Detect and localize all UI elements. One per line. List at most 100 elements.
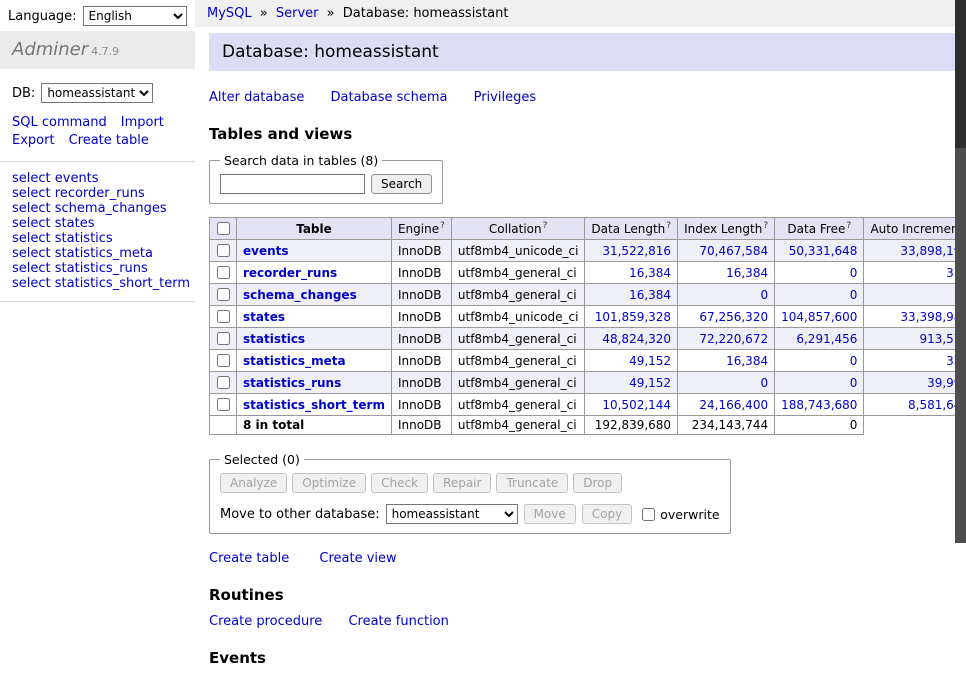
privileges-link[interactable]: Privileges <box>474 90 537 105</box>
check-button[interactable]: Check <box>371 473 428 493</box>
index-length-link[interactable]: 67,256,320 <box>699 310 768 324</box>
col-index-length: Index Length? <box>678 218 775 240</box>
page: Language: English Adminer4.7.9 DB: homea… <box>0 0 955 677</box>
drop-button[interactable]: Drop <box>573 473 622 493</box>
create-function-link[interactable]: Create function <box>348 614 448 629</box>
engine-cell: InnoDB <box>391 240 451 262</box>
breadcrumb-separator: » <box>327 6 335 21</box>
data-length-link[interactable]: 31,522,816 <box>602 244 671 258</box>
column-label: Engine <box>398 222 439 236</box>
optimize-button[interactable]: Optimize <box>292 473 366 493</box>
analyze-button[interactable]: Analyze <box>220 473 287 493</box>
app-header: Adminer4.7.9 <box>0 31 195 69</box>
data-length-link[interactable]: 49,152 <box>629 354 671 368</box>
main-content: MySQL » Server » Database: homeassistant… <box>195 0 966 677</box>
table-name-link[interactable]: statistics_meta <box>243 354 346 368</box>
table-name-link[interactable]: statistics_short_term <box>243 398 385 412</box>
table-name-link[interactable]: states <box>243 310 285 324</box>
row-checkbox[interactable] <box>217 398 230 411</box>
db-select[interactable]: homeassistant <box>41 83 153 103</box>
table-name-link[interactable]: events <box>243 244 289 258</box>
data-free-link[interactable]: 6,291,456 <box>796 332 857 346</box>
table-row: recorder_runs InnoDB utf8mb4_general_ci … <box>210 262 966 284</box>
sidebar-item-states[interactable]: select states <box>12 216 183 231</box>
data-length-link[interactable]: 101,859,328 <box>595 310 671 324</box>
scrollbar-thumb[interactable] <box>955 0 966 148</box>
overwrite-checkbox[interactable] <box>642 508 655 521</box>
page-title: Database: homeassistant <box>209 33 966 71</box>
import-link[interactable]: Import <box>121 115 164 130</box>
sidebar-item-statistics-short-term[interactable]: select statistics_short_term <box>12 276 183 291</box>
search-legend: Search data in tables (8) <box>220 153 382 168</box>
data-free-link[interactable]: 0 <box>850 288 858 302</box>
index-length-link[interactable]: 0 <box>760 288 768 302</box>
row-checkbox[interactable] <box>217 310 230 323</box>
data-length-link[interactable]: 16,384 <box>629 266 671 280</box>
index-length-link[interactable]: 70,467,584 <box>699 244 768 258</box>
create-procedure-link[interactable]: Create procedure <box>209 614 322 629</box>
truncate-button[interactable]: Truncate <box>496 473 568 493</box>
scrollbar[interactable] <box>955 0 966 543</box>
col-collation: Collation? <box>451 218 585 240</box>
sidebar-item-statistics-runs[interactable]: select statistics_runs <box>12 261 183 276</box>
collation-cell: utf8mb4_general_ci <box>451 372 585 394</box>
column-label: Index Length <box>684 222 762 236</box>
table-name-link[interactable]: recorder_runs <box>243 266 337 280</box>
export-link[interactable]: Export <box>12 133 55 148</box>
index-length-link[interactable]: 72,220,672 <box>699 332 768 346</box>
move-button[interactable]: Move <box>524 504 576 524</box>
row-checkbox[interactable] <box>217 376 230 389</box>
table-name-link[interactable]: statistics <box>243 332 305 346</box>
row-checkbox[interactable] <box>217 266 230 279</box>
app-version: 4.7.9 <box>91 45 119 58</box>
data-length-link[interactable]: 10,502,144 <box>602 398 671 412</box>
breadcrumb-mysql-link[interactable]: MySQL <box>207 6 252 21</box>
data-free-link[interactable]: 188,743,680 <box>781 398 857 412</box>
table-name-link[interactable]: schema_changes <box>243 288 357 302</box>
data-length-link[interactable]: 16,384 <box>629 288 671 302</box>
overwrite-label[interactable]: overwrite <box>638 505 719 524</box>
language-select[interactable]: English <box>83 6 187 26</box>
copy-button[interactable]: Copy <box>582 504 632 524</box>
breadcrumb-server-link[interactable]: Server <box>276 6 319 21</box>
search-button[interactable]: Search <box>371 174 432 194</box>
collation-cell: utf8mb4_general_ci <box>451 328 585 350</box>
index-length-link[interactable]: 24,166,400 <box>699 398 768 412</box>
sidebar-item-recorder-runs[interactable]: select recorder_runs <box>12 186 183 201</box>
sidebar-item-schema-changes[interactable]: select schema_changes <box>12 201 183 216</box>
sidebar-item-statistics-meta[interactable]: select statistics_meta <box>12 246 183 261</box>
create-table-link[interactable]: Create table <box>209 551 289 566</box>
sidebar-item-statistics[interactable]: select statistics <box>12 231 183 246</box>
index-length-link[interactable]: 16,384 <box>726 266 768 280</box>
data-free-link[interactable]: 50,331,648 <box>789 244 858 258</box>
select-all-checkbox[interactable] <box>217 222 230 235</box>
data-free-link[interactable]: 0 <box>850 376 858 390</box>
alter-database-link[interactable]: Alter database <box>209 90 304 105</box>
search-input[interactable] <box>220 174 365 194</box>
repair-button[interactable]: Repair <box>433 473 491 493</box>
row-checkbox[interactable] <box>217 244 230 257</box>
row-checkbox[interactable] <box>217 354 230 367</box>
move-label: Move to other database: <box>220 507 380 522</box>
app-name[interactable]: Adminer <box>12 39 88 60</box>
row-checkbox[interactable] <box>217 288 230 301</box>
index-length-link[interactable]: 16,384 <box>726 354 768 368</box>
tables-and-views-heading: Tables and views <box>209 125 966 143</box>
table-name-link[interactable]: statistics_runs <box>243 376 341 390</box>
database-schema-link[interactable]: Database schema <box>331 90 448 105</box>
row-checkbox[interactable] <box>217 332 230 345</box>
move-database-select[interactable]: homeassistant <box>386 504 518 524</box>
sidebar-item-events[interactable]: select events <box>12 171 183 186</box>
create-table-link-sidebar[interactable]: Create table <box>69 133 149 148</box>
data-free-link[interactable]: 0 <box>850 354 858 368</box>
data-free-link[interactable]: 0 <box>850 266 858 280</box>
data-length-link[interactable]: 48,824,320 <box>602 332 671 346</box>
create-view-link[interactable]: Create view <box>319 551 396 566</box>
sql-command-link[interactable]: SQL command <box>12 115 107 130</box>
collation-cell: utf8mb4_unicode_ci <box>451 306 585 328</box>
breadcrumb-separator: » <box>260 6 268 21</box>
index-length-link[interactable]: 0 <box>760 376 768 390</box>
data-free-link[interactable]: 104,857,600 <box>781 310 857 324</box>
breadcrumb-current: Database: homeassistant <box>343 6 509 21</box>
data-length-link[interactable]: 49,152 <box>629 376 671 390</box>
